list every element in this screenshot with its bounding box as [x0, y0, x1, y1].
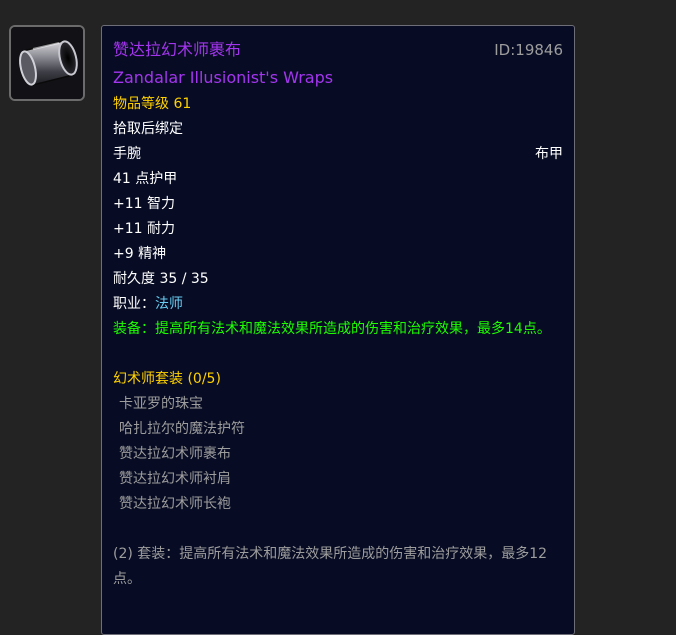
bind-type: 拾取后绑定 — [113, 121, 183, 137]
stat-line: +11 耐力 — [113, 221, 175, 237]
set-title[interactable]: 幻术师套装 (0/5) — [113, 367, 563, 392]
stat-line: +11 智力 — [113, 196, 175, 212]
stat-line: +9 精神 — [113, 246, 167, 262]
item-name-en: Zandalar Illusionist's Wraps — [113, 68, 334, 87]
armor-type: 布甲 — [535, 146, 563, 162]
item-tooltip: 赞达拉幻术师裹布 ID:19846 Zandalar Illusionist's… — [101, 25, 575, 635]
item-icon-frame[interactable] — [9, 25, 85, 101]
set-bonus: (2) 套装：提高所有法术和魔法效果所造成的伤害和治疗效果，最多12点。 — [113, 546, 548, 587]
equip-effect: 装备：提高所有法术和魔法效果所造成的伤害和治疗效果，最多14点。 — [113, 321, 551, 337]
class-label: 职业： — [113, 296, 155, 312]
set-item[interactable]: 哈扎拉尔的魔法护符 — [113, 417, 563, 442]
item-name-cn: 赞达拉幻术师裹布 — [113, 40, 242, 59]
class-link[interactable]: 法师 — [155, 296, 183, 312]
bracer-wrap-icon — [11, 27, 83, 99]
set-item[interactable]: 赞达拉幻术师裹布 — [113, 442, 563, 467]
item-level: 物品等级 61 — [113, 96, 192, 112]
item-id: ID:19846 — [494, 41, 563, 59]
armor-value: 41 点护甲 — [113, 171, 178, 187]
set-item[interactable]: 赞达拉幻术师长袍 — [113, 492, 563, 517]
equip-slot: 手腕 — [113, 146, 141, 162]
set-item[interactable]: 赞达拉幻术师衬肩 — [113, 467, 563, 492]
class-requirement: 职业：法师 — [113, 292, 563, 317]
durability: 耐久度 35 / 35 — [113, 271, 209, 287]
set-item[interactable]: 卡亚罗的珠宝 — [113, 392, 563, 417]
